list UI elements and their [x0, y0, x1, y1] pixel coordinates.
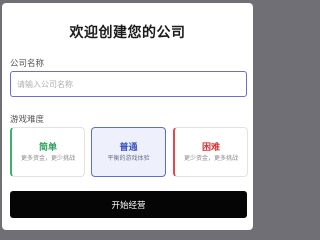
- difficulty-option-normal[interactable]: 普通 平衡的游戏体验: [91, 127, 166, 177]
- difficulty-easy-name: 简单: [38, 143, 57, 153]
- difficulty-hard-desc: 更少资金，更多挑战: [183, 155, 238, 162]
- company-name-label: 公司名称: [10, 59, 45, 69]
- company-name-input[interactable]: [10, 71, 247, 97]
- create-company-dialog: 欢迎创建您的公司 公司名称 游戏难度 简单 更多资金，更少挑战 普通 平衡的游戏…: [2, 3, 253, 230]
- difficulty-label: 游戏难度: [10, 115, 45, 125]
- difficulty-normal-name: 普通: [119, 143, 138, 153]
- dialog-title: 欢迎创建您的公司: [69, 25, 186, 41]
- difficulty-option-easy[interactable]: 简单 更多资金，更少挑战: [10, 127, 85, 177]
- difficulty-option-hard[interactable]: 困难 更少资金，更多挑战: [173, 127, 248, 177]
- difficulty-easy-desc: 更多资金，更少挑战: [20, 155, 75, 162]
- difficulty-hard-name: 困难: [201, 143, 220, 153]
- difficulty-normal-desc: 平衡的游戏体验: [107, 155, 150, 162]
- start-business-button[interactable]: 开始经营: [10, 191, 247, 218]
